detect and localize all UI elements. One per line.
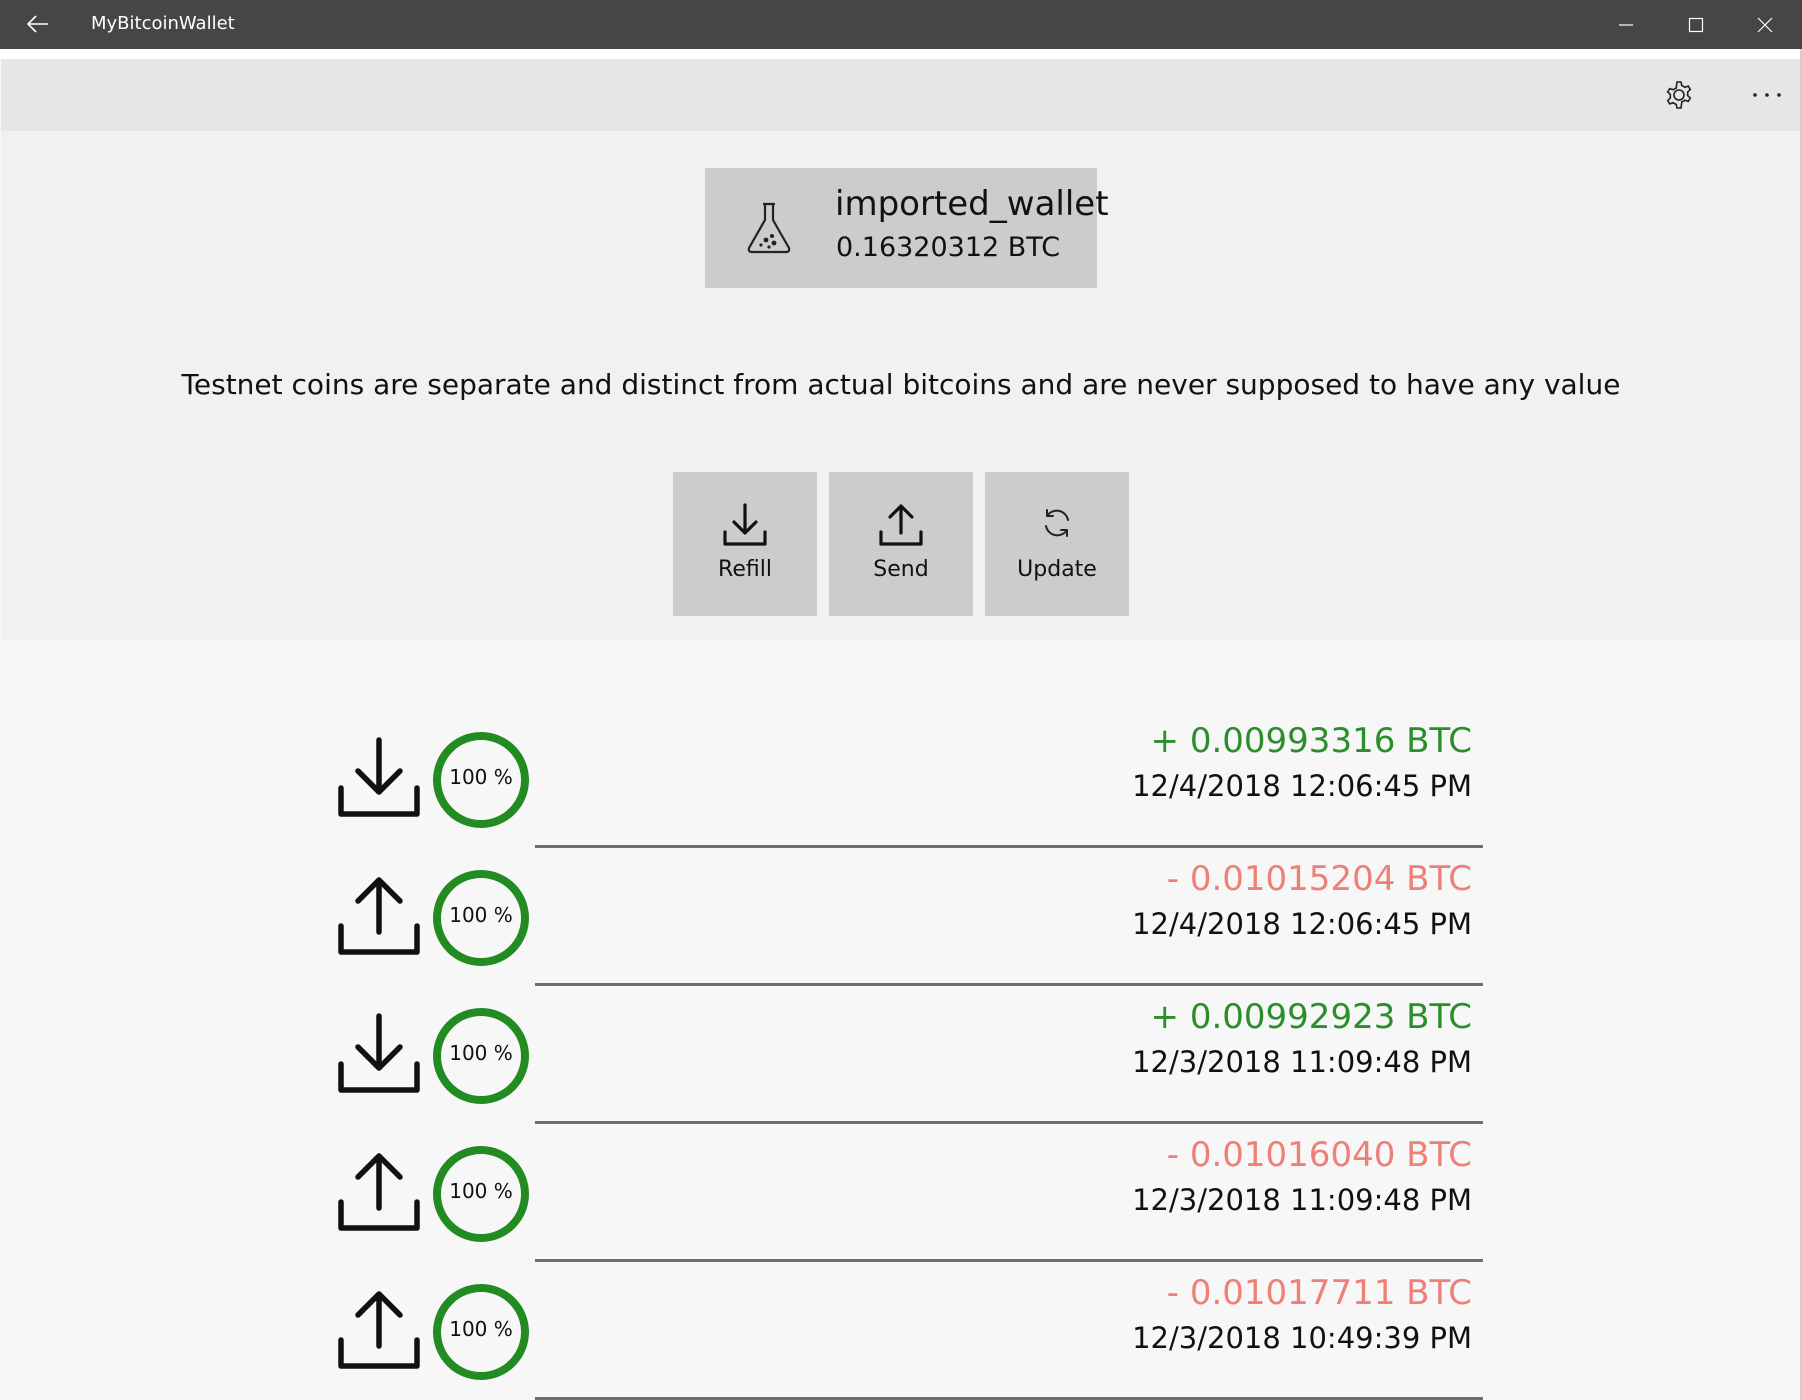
transaction-row[interactable]: 100 % + 0.00992923 BTC 12/3/2018 11:09:48 … [0, 916, 1802, 1124]
app-window: MyBitcoinWallet imported_wallet 0.163203… [0, 0, 1802, 1400]
command-bar [1, 59, 1801, 131]
wallet-balance: 0.16320312 BTC [836, 232, 1061, 263]
progress-percent: 100 % [449, 1317, 513, 1341]
transaction-row[interactable]: 100 % - 0.01016040 BTC 12/3/2018 11:09:48 … [0, 1054, 1802, 1262]
confirmation-progress: 100 % [432, 1283, 530, 1381]
update-button[interactable]: Update [985, 472, 1129, 616]
update-label: Update [1017, 557, 1097, 582]
refill-button[interactable]: Refill [673, 472, 817, 616]
close-button[interactable] [1731, 0, 1799, 49]
gear-icon [1666, 81, 1692, 109]
refresh-icon [1045, 509, 1069, 537]
more-button[interactable] [1739, 67, 1795, 123]
title-bar-divider [0, 49, 1802, 59]
back-button[interactable] [18, 6, 58, 42]
send-label: Send [873, 557, 929, 582]
wallet-name: imported_wallet [835, 184, 1109, 224]
transaction-date: 12/3/2018 10:49:39 PM [1132, 1321, 1472, 1355]
send-button[interactable]: Send [829, 472, 973, 616]
testnet-notice: Testnet coins are separate and distinct … [181, 368, 1621, 401]
upload-icon [879, 504, 923, 546]
transaction-amount: - 0.01017711 BTC [1166, 1273, 1472, 1313]
transaction-row[interactable]: 100 % - 0.01015204 BTC 12/4/2018 12:06:45 … [0, 778, 1802, 986]
app-title: MyBitcoinWallet [91, 13, 235, 34]
transaction-row[interactable]: 100 % + 0.00993316 BTC 12/4/2018 12:06:45 … [0, 640, 1802, 848]
maximize-button[interactable] [1662, 0, 1730, 49]
back-arrow-icon [27, 15, 48, 33]
transaction-row[interactable]: 100 % - 0.01017711 BTC 12/3/2018 10:49:39 … [0, 1192, 1802, 1400]
minimize-button[interactable] [1592, 0, 1660, 49]
transaction-amount: - 0.01015204 BTC [1166, 859, 1472, 899]
download-icon [723, 503, 767, 546]
maximize-icon [1688, 17, 1704, 32]
flask-icon [747, 202, 791, 254]
transaction-amount: + 0.00992923 BTC [1150, 997, 1472, 1037]
title-bar: MyBitcoinWallet [0, 0, 1802, 49]
settings-button[interactable] [1651, 67, 1707, 123]
minimize-icon [1619, 23, 1633, 26]
wallet-card[interactable]: imported_wallet 0.16320312 BTC [705, 168, 1109, 288]
refill-label: Refill [718, 557, 772, 582]
transaction-amount: + 0.00993316 BTC [1150, 721, 1472, 761]
transaction-amount: - 0.01016040 BTC [1166, 1135, 1472, 1175]
outgoing-upload-icon [338, 1291, 420, 1369]
close-icon [1757, 17, 1773, 32]
more-ellipsis-icon [1753, 93, 1781, 97]
